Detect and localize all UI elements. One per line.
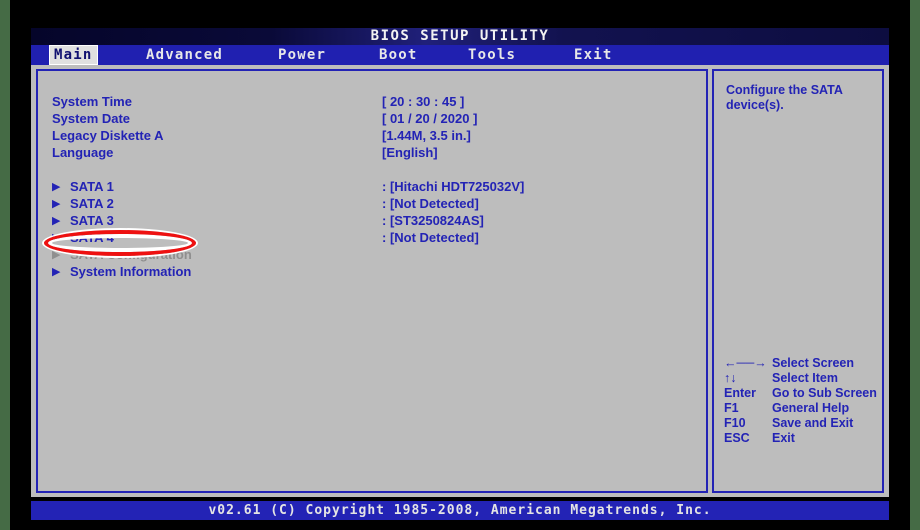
legend-row: ↑↓ Select Item [724, 371, 879, 386]
submenu-value: : [ST3250824AS] [382, 213, 484, 228]
submenu-row[interactable]: ▶ SATA 3 : [ST3250824AS] [52, 212, 692, 229]
settings-panel: System Time [ 20 : 30 : 45 ] System Date [ … [36, 69, 708, 493]
submenu-row[interactable]: ▶ SATA 1 : [Hitachi HDT725032V] [52, 178, 692, 195]
setting-value[interactable]: [1.44M, 3.5 in.] [382, 127, 471, 144]
legend-description: Exit [772, 431, 795, 445]
submenu-value: : [Hitachi HDT725032V] [382, 179, 525, 194]
legend-key: F10 [724, 416, 746, 430]
tab-boot[interactable]: Boot [375, 46, 422, 64]
title-bar: BIOS SETUP UTILITY [31, 28, 889, 45]
triangle-right-icon: ▶ [52, 197, 61, 210]
submenu-label: SATA 1 [70, 179, 114, 194]
legend-row: ←──→ Select Screen [724, 356, 879, 371]
setting-row[interactable]: System Time [ 20 : 30 : 45 ] [52, 93, 692, 110]
tab-power[interactable]: Power [274, 46, 330, 64]
setting-label: System Date [52, 111, 131, 126]
setting-label: Legacy Diskette A [52, 128, 164, 143]
submenu-label: SATA 3 [70, 213, 114, 228]
legend-description: Select Screen [772, 356, 854, 370]
legend-description: Select Item [772, 371, 839, 385]
submenu-label: System Information [70, 264, 192, 279]
setting-value[interactable]: [ 01 / 20 / 2020 ] [382, 110, 477, 127]
setting-row[interactable]: System Date [ 01 / 20 / 2020 ] [52, 110, 692, 127]
legend-key: ESC [724, 431, 750, 445]
legend-row: ESC Exit [724, 431, 879, 446]
footer-bar: v02.61 (C) Copyright 1985-2008, American… [31, 501, 889, 520]
tab-main[interactable]: Main [50, 46, 97, 64]
submenu-label: SATA 2 [70, 196, 114, 211]
key-legend: ←──→ Select Screen ↑↓ Select Item Enter Go to… [724, 356, 879, 446]
submenu-row[interactable]: ▶ SATA Configuration [52, 246, 692, 263]
submenu-row[interactable]: ▶ System Information [52, 263, 692, 280]
legend-row: F1 General Help [724, 401, 879, 416]
footer-copyright: v02.61 (C) Copyright 1985-2008, American… [208, 503, 712, 518]
legend-description: Go to Sub Screen [772, 386, 877, 400]
help-panel: Configure the SATA device(s). ←──→ Select… [712, 69, 884, 493]
settings-list: System Time [ 20 : 30 : 45 ] System Date [ … [52, 93, 692, 280]
legend-row: F10 Save and Exit [724, 416, 879, 431]
setting-row[interactable]: Language [English] [52, 144, 692, 161]
submenu-label: SATA Configuration [70, 247, 192, 262]
settings-spacer [52, 161, 692, 178]
triangle-right-icon: ▶ [52, 180, 61, 193]
legend-key: Enter [724, 386, 756, 400]
submenu-row[interactable]: ▶ SATA 2 : [Not Detected] [52, 195, 692, 212]
triangle-right-icon: ▶ [52, 265, 61, 278]
setting-row[interactable]: Legacy Diskette A [1.44M, 3.5 in.] [52, 127, 692, 144]
submenu-value: : [Not Detected] [382, 196, 479, 211]
legend-key: ←──→ [724, 356, 767, 370]
tab-tools[interactable]: Tools [464, 46, 520, 64]
legend-key: F1 [724, 401, 739, 415]
submenu-row[interactable]: ▶ SATA 4 : [Not Detected] [52, 229, 692, 246]
triangle-right-icon: ▶ [52, 248, 61, 261]
help-text: Configure the SATA device(s). [726, 83, 843, 112]
tab-exit[interactable]: Exit [570, 46, 617, 64]
legend-row: Enter Go to Sub Screen [724, 386, 879, 401]
menu-bar: Main Advanced Power Boot Tools Exit [31, 45, 889, 65]
setting-label: System Time [52, 94, 132, 109]
bios-setup-screen: BIOS SETUP UTILITY Main Advanced Power Boot… [0, 0, 920, 530]
triangle-right-icon: ▶ [52, 231, 61, 244]
tab-advanced[interactable]: Advanced [142, 46, 227, 64]
triangle-right-icon: ▶ [52, 214, 61, 227]
setting-label: Language [52, 145, 114, 160]
screen-edge-strip-right [910, 0, 920, 530]
legend-description: General Help [772, 401, 850, 415]
submenu-label: SATA 4 [70, 230, 114, 245]
screen-edge-strip-left [0, 0, 10, 530]
setting-value[interactable]: [English] [382, 144, 438, 161]
legend-key: ↑↓ [724, 371, 737, 385]
legend-description: Save and Exit [772, 416, 854, 430]
setting-value[interactable]: [ 20 : 30 : 45 ] [382, 93, 464, 110]
submenu-value: : [Not Detected] [382, 230, 479, 245]
page-title: BIOS SETUP UTILITY [370, 28, 550, 44]
